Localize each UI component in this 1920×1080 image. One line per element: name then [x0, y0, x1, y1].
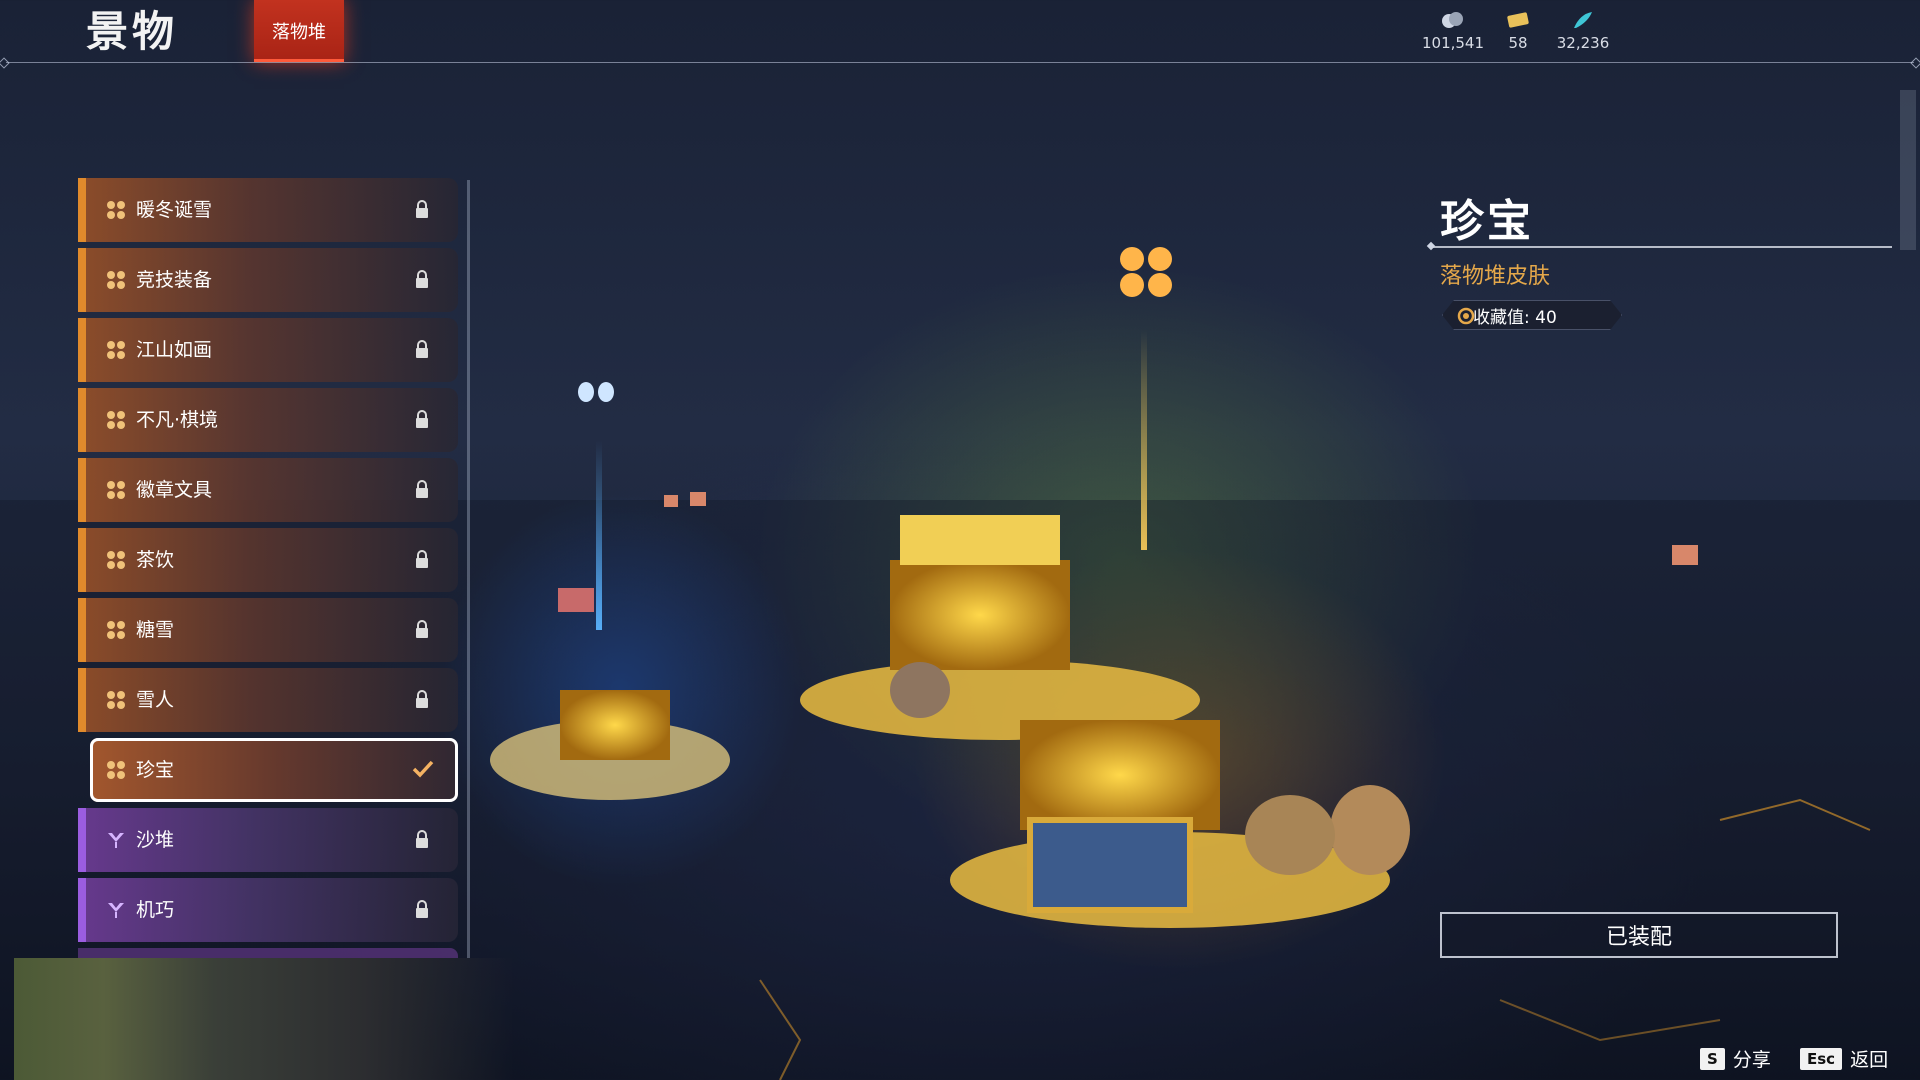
- butterfly-icon: [107, 691, 125, 709]
- currency-feathers-value: 32,236: [1556, 34, 1610, 52]
- list-item[interactable]: 不凡·棋境: [78, 388, 458, 452]
- lock-icon: [416, 410, 428, 428]
- butterfly-icon: [107, 201, 125, 219]
- tab-loot-pile[interactable]: 落物堆: [254, 0, 344, 62]
- collection-value-text: 收藏值: 40: [1473, 307, 1557, 328]
- ticket-icon: [1507, 12, 1529, 28]
- list-item[interactable]: 徽章文具: [78, 458, 458, 522]
- lock-icon: [416, 620, 428, 638]
- share-label: 分享: [1732, 1049, 1771, 1071]
- equipped-button[interactable]: 已装配: [1440, 912, 1838, 958]
- list-item[interactable]: 暖冬诞雪: [78, 178, 458, 242]
- list-item[interactable]: 雪人: [78, 668, 458, 732]
- lock-icon: [416, 480, 428, 498]
- list-item-label: 不凡·棋境: [136, 409, 219, 431]
- list-item[interactable]: 江山如画: [78, 318, 458, 382]
- page-title: 景物: [86, 7, 179, 56]
- list-item-label: 竞技装备: [136, 269, 213, 291]
- butterfly-icon: [107, 481, 125, 499]
- lock-icon: [416, 200, 428, 218]
- list-item-label: 雪人: [136, 689, 175, 711]
- wing-icon: [108, 903, 124, 918]
- list-item[interactable]: 竞技装备: [78, 248, 458, 312]
- butterfly-icon: [107, 761, 125, 779]
- back-hint[interactable]: Esc 返回: [1800, 1045, 1888, 1072]
- list-item-selected[interactable]: 珍宝: [90, 738, 458, 802]
- title-divider: [1432, 246, 1892, 248]
- list-item-label: 机巧: [136, 899, 175, 921]
- collection-icon: [1457, 307, 1475, 325]
- lock-icon: [416, 830, 428, 848]
- top-bar: 景物 落物堆 101,541 58 32,236: [0, 0, 1920, 62]
- pixelated-webcam-overlay: [14, 958, 514, 1080]
- butterfly-icon: [107, 621, 125, 639]
- checkmark-icon: [412, 760, 434, 778]
- back-key: Esc: [1800, 1047, 1843, 1070]
- list-scrollbar[interactable]: [467, 180, 470, 958]
- back-label: 返回: [1850, 1049, 1889, 1071]
- lock-icon: [416, 550, 428, 568]
- list-item-label: 珍宝: [136, 759, 175, 781]
- list-item-partial: [78, 948, 458, 958]
- currency-feathers: 32,236: [1538, 10, 1628, 52]
- lock-icon: [416, 340, 428, 358]
- list-item-label: 江山如画: [136, 339, 213, 361]
- wing-icon: [108, 833, 124, 848]
- feather-icon: [1574, 12, 1592, 28]
- butterfly-icon: [107, 551, 125, 569]
- lock-icon: [416, 900, 428, 918]
- butterfly-icon: [107, 341, 125, 359]
- collection-value-badge: 收藏值: 40: [1442, 300, 1622, 330]
- lock-icon: [416, 270, 428, 288]
- skin-title: 珍宝: [1440, 196, 1534, 247]
- list-item[interactable]: 糖雪: [78, 598, 458, 662]
- list-item-label: 暖冬诞雪: [136, 199, 213, 221]
- skin-subtitle: 落物堆皮肤: [1440, 264, 1551, 289]
- list-item-label: 糖雪: [136, 619, 175, 641]
- list-item-label: 沙堆: [136, 829, 175, 851]
- list-item-label: 徽章文具: [136, 479, 213, 501]
- lock-icon: [416, 690, 428, 708]
- top-divider: [6, 62, 1914, 63]
- right-scroll-handle[interactable]: [1900, 90, 1916, 250]
- coins-icon: [1442, 12, 1463, 28]
- list-item-label: 茶饮: [136, 549, 175, 571]
- butterfly-icon: [107, 271, 125, 289]
- list-item[interactable]: 沙堆: [78, 808, 458, 872]
- butterfly-icon: [107, 411, 125, 429]
- share-hint[interactable]: S 分享: [1700, 1045, 1771, 1072]
- list-item[interactable]: 机巧: [78, 878, 458, 942]
- share-key: S: [1700, 1047, 1725, 1070]
- skin-list[interactable]: 暖冬诞雪 竞技装备 江山如画 不凡·棋境 徽章文具 茶饮 糖雪 雪人 珍宝 沙堆…: [78, 178, 460, 958]
- list-item[interactable]: 茶饮: [78, 528, 458, 592]
